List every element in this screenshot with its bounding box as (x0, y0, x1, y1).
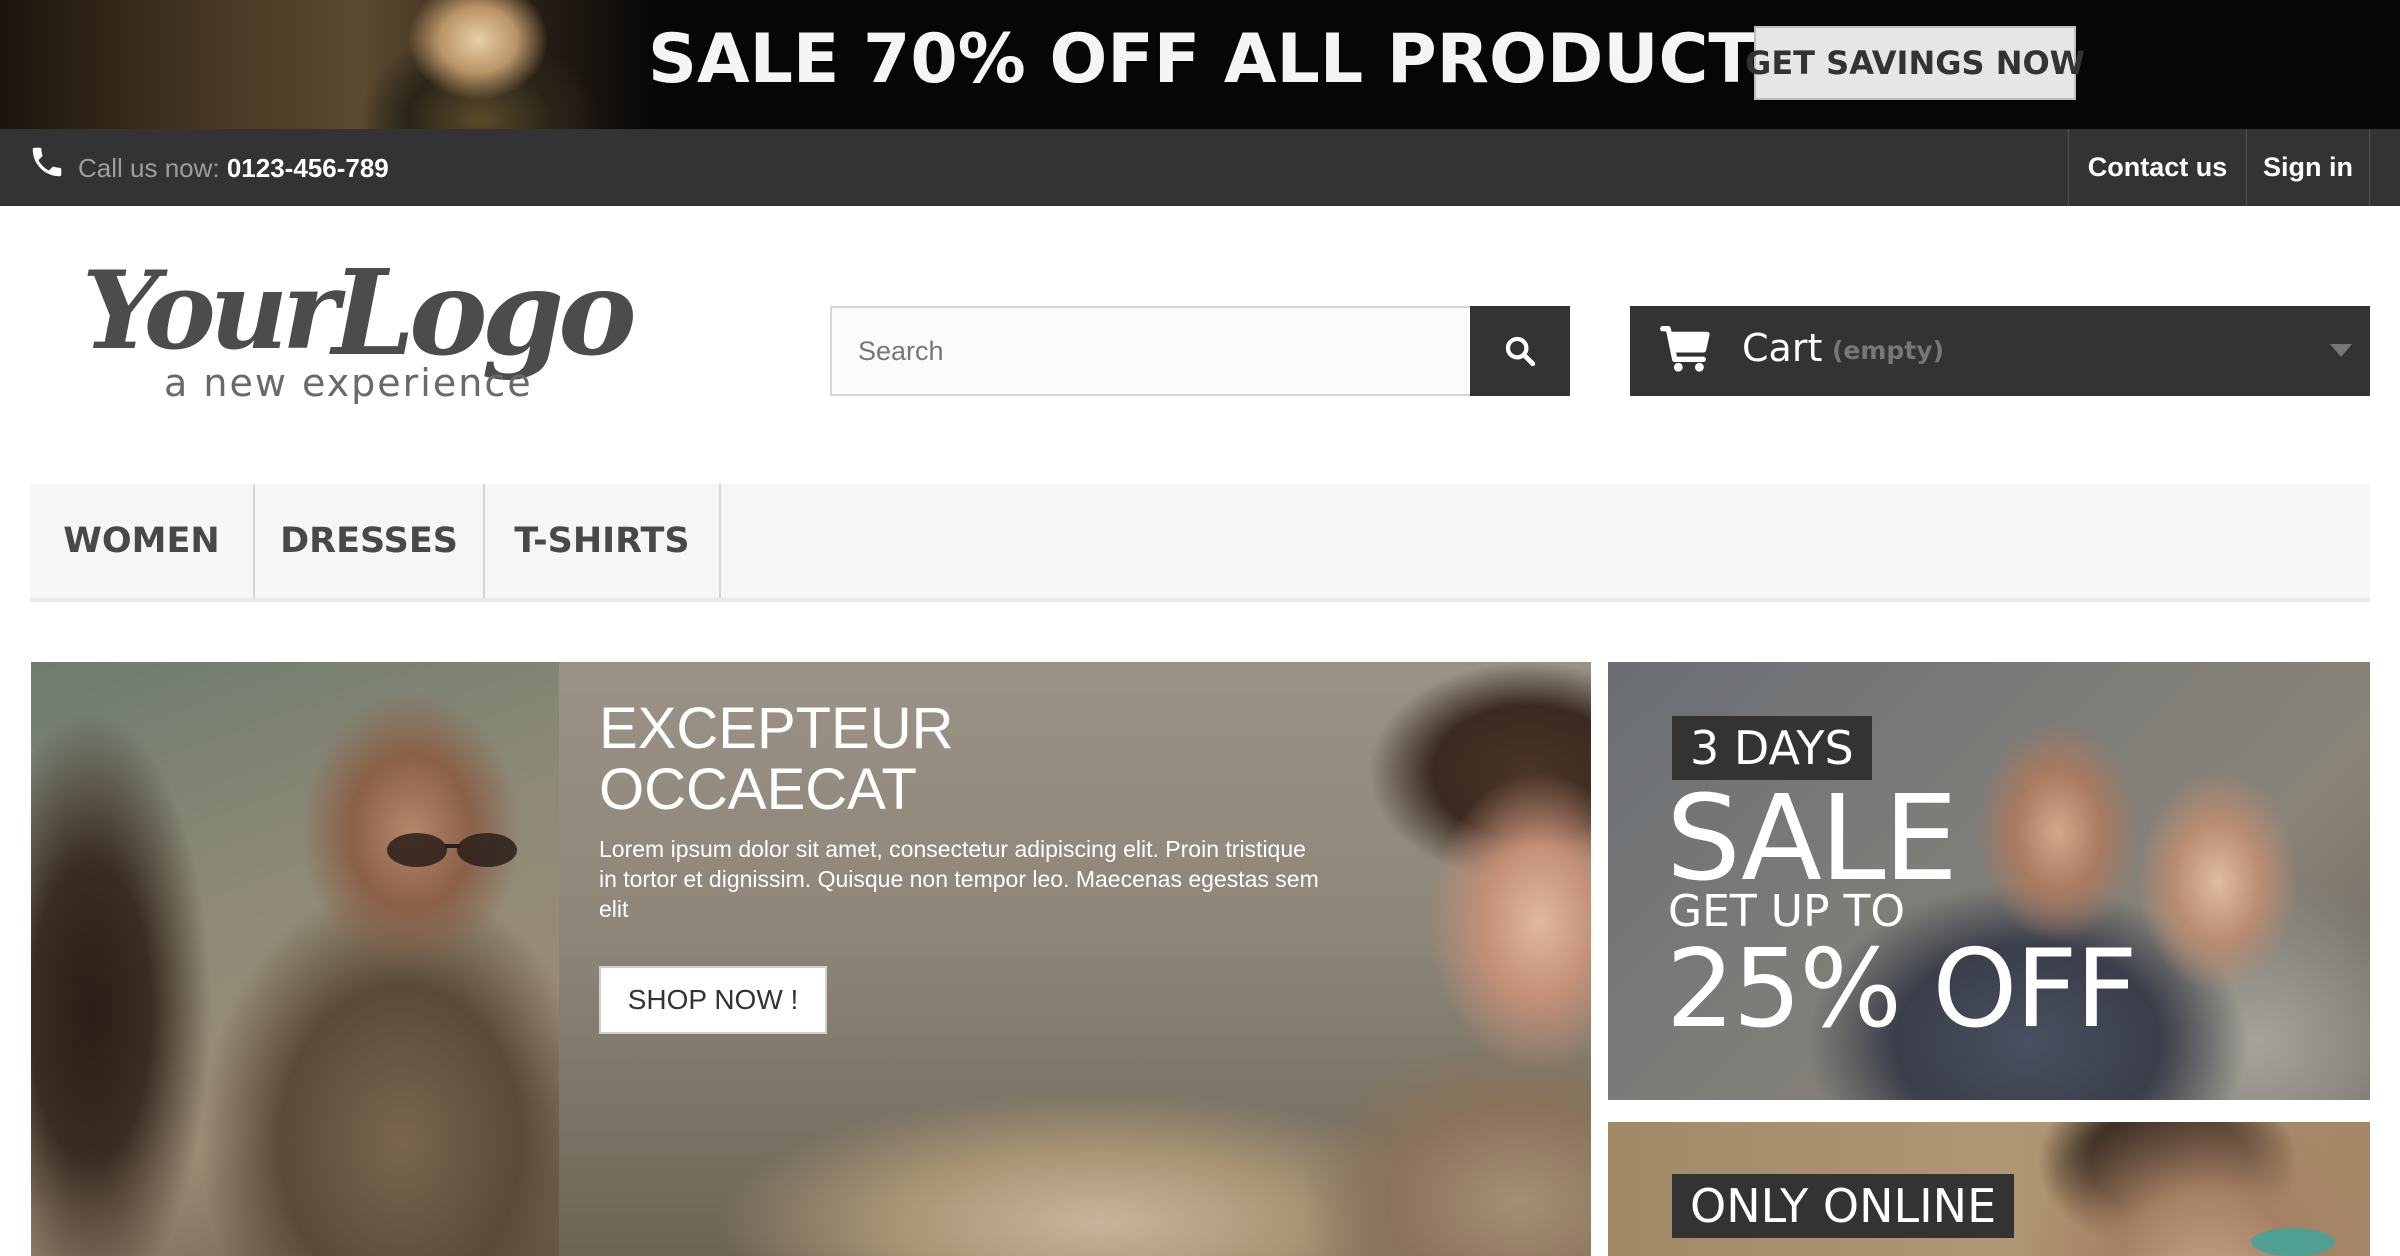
cart-button[interactable]: Cart (empty) (1630, 306, 2370, 396)
call-us-text: Call us now: 0123-456-789 (78, 153, 389, 184)
eyeshadow-graphic (2251, 1228, 2335, 1256)
top-promo-banner[interactable]: SALE 70% OFF ALL PRODUCTS GET SAVINGS NO… (0, 0, 2400, 129)
svg-text:Your: Your (82, 248, 346, 374)
online-promo-banner[interactable]: ONLY ONLINE (1608, 1122, 2370, 1256)
sale-heading: SALE (1666, 769, 1958, 907)
get-savings-button[interactable]: GET SAVINGS NOW (1745, 26, 2085, 100)
slide-description: Lorem ipsum dolor sit amet, consectetur … (599, 836, 1319, 922)
search-input[interactable] (830, 306, 1472, 396)
cart-status: (empty) (1832, 336, 1944, 365)
site-logo[interactable]: Your Logo a new experience (82, 248, 642, 418)
homepage-slider[interactable]: EXCEPTEUR OCCAECAT Lorem ipsum dolor sit… (31, 662, 1591, 1256)
search-icon (1505, 336, 1536, 367)
chevron-down-icon[interactable] (2330, 344, 2352, 358)
slide-title: EXCEPTEUR OCCAECAT (599, 696, 954, 822)
main-menu: WOMEN DRESSES T-SHIRTS (30, 484, 2370, 602)
search-button[interactable] (1470, 306, 1570, 396)
phone-number: 0123-456-789 (226, 153, 389, 183)
banner-headline: SALE 70% OFF ALL PRODUCTS (648, 20, 1804, 99)
sale-discount: 25% OFF (1666, 927, 2138, 1052)
cart-icon (1660, 326, 1710, 372)
top-nav-bar: Call us now: 0123-456-789 Contact us Sig… (0, 129, 2400, 206)
only-online-badge: ONLY ONLINE (1672, 1174, 2015, 1238)
banner-model-photo (0, 0, 660, 129)
menu-item-women[interactable]: WOMEN (30, 484, 255, 598)
sale-promo-banner[interactable]: 3 DAYS SALE GET UP TO 25% OFF (1608, 662, 2370, 1100)
contact-us-link[interactable]: Contact us (2068, 129, 2246, 206)
sign-in-link[interactable]: Sign in (2246, 129, 2370, 206)
call-us-label: Call us now: (78, 153, 227, 183)
svg-text:a new experience: a new experience (164, 361, 533, 405)
sunglasses-graphic (387, 833, 517, 867)
phone-icon (32, 147, 62, 177)
menu-item-dresses[interactable]: DRESSES (255, 484, 485, 598)
slide-image-couple (31, 662, 559, 1256)
menu-item-t-shirts[interactable]: T-SHIRTS (485, 484, 721, 598)
cart-label: Cart (1742, 326, 1823, 370)
shop-now-button[interactable]: SHOP NOW ! (599, 966, 827, 1034)
